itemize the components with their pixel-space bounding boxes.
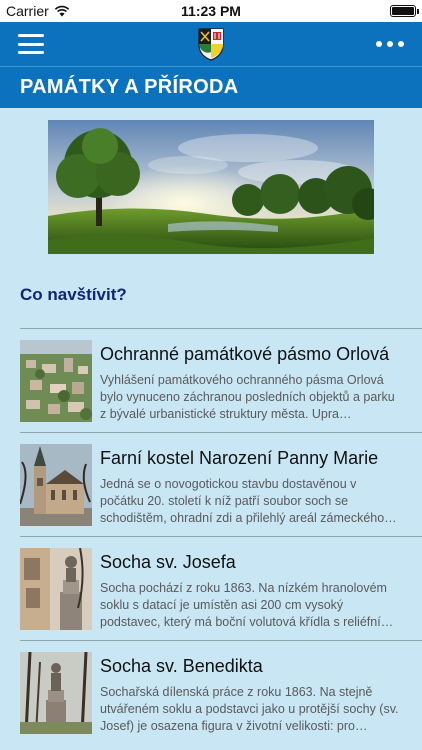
item-thumbnail bbox=[20, 340, 92, 422]
item-title: Socha sv. Benedikta bbox=[100, 656, 263, 676]
list-item[interactable]: Farní kostel Narození Panny Marie Jedná … bbox=[20, 432, 422, 536]
battery-icon bbox=[390, 5, 419, 17]
nav-bar bbox=[0, 22, 422, 66]
battery-level bbox=[392, 7, 414, 15]
item-thumbnail bbox=[20, 652, 92, 734]
item-description: Jedná se o novogotickou stavbu dostavěno… bbox=[100, 477, 397, 525]
banner-image bbox=[48, 120, 374, 254]
item-body: Socha sv. Benedikta Sochařská dílenská p… bbox=[100, 652, 400, 744]
page-title-bar: PAMÁTKY A PŘÍRODA bbox=[0, 66, 422, 108]
item-body: Socha sv. Josefa Socha pochází z roku 18… bbox=[100, 548, 400, 640]
carrier-label: Carrier bbox=[6, 3, 49, 19]
more-dots-icon[interactable] bbox=[376, 41, 404, 47]
status-left: Carrier bbox=[6, 3, 70, 19]
attractions-list: Ochranné památkové pásmo Orlová Vyhlášen… bbox=[20, 328, 422, 744]
item-description: Socha pochází z roku 1863. Na nízkém hra… bbox=[100, 581, 394, 629]
list-item[interactable]: Socha sv. Benedikta Sochařská dílenská p… bbox=[20, 640, 422, 744]
item-title: Ochranné památkové pásmo Orlová bbox=[100, 344, 390, 364]
city-crest-icon bbox=[198, 28, 224, 61]
wifi-icon bbox=[54, 5, 69, 17]
item-thumbnail bbox=[20, 548, 92, 630]
item-body: Ochranné památkové pásmo Orlová Vyhlášen… bbox=[100, 340, 400, 432]
hamburger-menu-icon[interactable] bbox=[18, 34, 44, 54]
item-thumbnail bbox=[20, 444, 92, 526]
item-body: Farní kostel Narození Panny Marie Jedná … bbox=[100, 444, 400, 536]
item-description: Vyhlášení památkového ochranného pásma O… bbox=[100, 373, 395, 421]
list-item[interactable]: Socha sv. Josefa Socha pochází z roku 18… bbox=[20, 536, 422, 640]
item-description: Sochařská dílenská práce z roku 1863. Na… bbox=[100, 685, 399, 733]
status-bar: Carrier 11:23 PM bbox=[0, 0, 422, 22]
section-heading: Co navštívit? bbox=[20, 285, 127, 304]
list-item[interactable]: Ochranné památkové pásmo Orlová Vyhlášen… bbox=[20, 328, 422, 432]
item-title: Farní kostel Narození Panny Marie bbox=[100, 448, 379, 468]
item-title: Socha sv. Josefa bbox=[100, 552, 236, 572]
page-title: PAMÁTKY A PŘÍRODA bbox=[20, 76, 239, 98]
